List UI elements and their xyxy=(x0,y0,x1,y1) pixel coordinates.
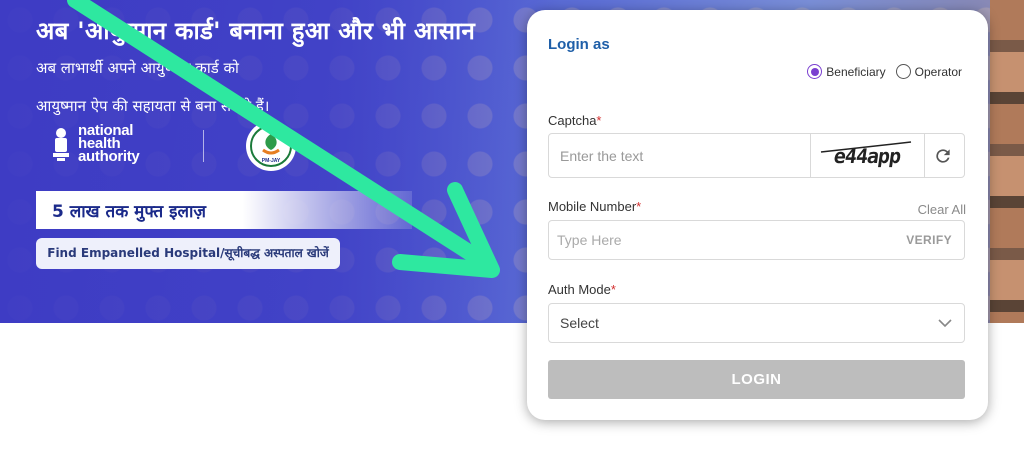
captcha-text: e44app xyxy=(832,143,903,168)
role-beneficiary-label: Beneficiary xyxy=(826,64,886,79)
nha-wordmark: national health authority xyxy=(78,122,140,165)
verify-button[interactable]: VERIFY xyxy=(906,221,952,259)
svg-text:PM-JAY: PM-JAY xyxy=(262,158,281,164)
national-emblem-icon xyxy=(53,127,69,161)
refresh-captcha-button[interactable] xyxy=(921,134,964,177)
auth-mode-value: Select xyxy=(560,315,599,331)
captcha-field: e44app xyxy=(548,133,965,178)
banner-subline-1: अब लाभार्थी अपने आयुष्मान कार्ड को xyxy=(36,59,239,77)
logo-divider xyxy=(203,130,204,162)
find-hospital-button[interactable]: Find Empanelled Hospital/सूचीबद्ध अस्पता… xyxy=(36,238,340,269)
nha-logo: national health authority xyxy=(50,122,140,165)
refresh-icon xyxy=(935,148,950,163)
role-beneficiary[interactable]: Beneficiary xyxy=(807,64,886,79)
pmjay-logo: PM-JAY xyxy=(246,121,296,171)
login-card: Login as Beneficiary Operator Captcha* e… xyxy=(527,10,988,420)
role-selector: Beneficiary Operator xyxy=(807,64,962,79)
captcha-input[interactable] xyxy=(549,134,810,177)
free-treatment-label: 5 लाख तक मुफ्त इलाज़ xyxy=(52,201,206,222)
clear-all-link[interactable]: Clear All xyxy=(918,202,966,217)
crowd-photo-strip xyxy=(990,0,1024,323)
banner-subline-2: आयुष्मान ऐप की सहायता से बना सकते हैं। xyxy=(36,97,270,115)
auth-mode-label: Auth Mode* xyxy=(548,282,616,297)
auth-mode-select[interactable]: Select xyxy=(548,303,965,343)
free-treatment-banner: 5 लाख तक मुफ्त इलाज़ xyxy=(36,191,412,229)
radio-selected-icon[interactable] xyxy=(807,64,823,79)
mobile-number-label: Mobile Number* xyxy=(548,199,642,214)
login-button[interactable]: LOGIN xyxy=(548,360,965,399)
chevron-down-icon xyxy=(938,319,952,328)
pmjay-emblem-icon: PM-JAY xyxy=(250,125,292,167)
radio-unselected-icon[interactable] xyxy=(895,64,911,79)
mobile-number-field: VERIFY xyxy=(548,220,965,260)
login-as-title: Login as xyxy=(548,36,610,53)
role-operator[interactable]: Operator xyxy=(895,64,962,79)
role-operator-label: Operator xyxy=(914,64,962,79)
captcha-image: e44app xyxy=(810,134,925,177)
banner-headline: अब 'आयुष्मान कार्ड' बनाना हुआ और भी आसान xyxy=(36,17,476,45)
mobile-number-input[interactable] xyxy=(549,221,889,259)
captcha-label: Captcha* xyxy=(548,113,602,128)
